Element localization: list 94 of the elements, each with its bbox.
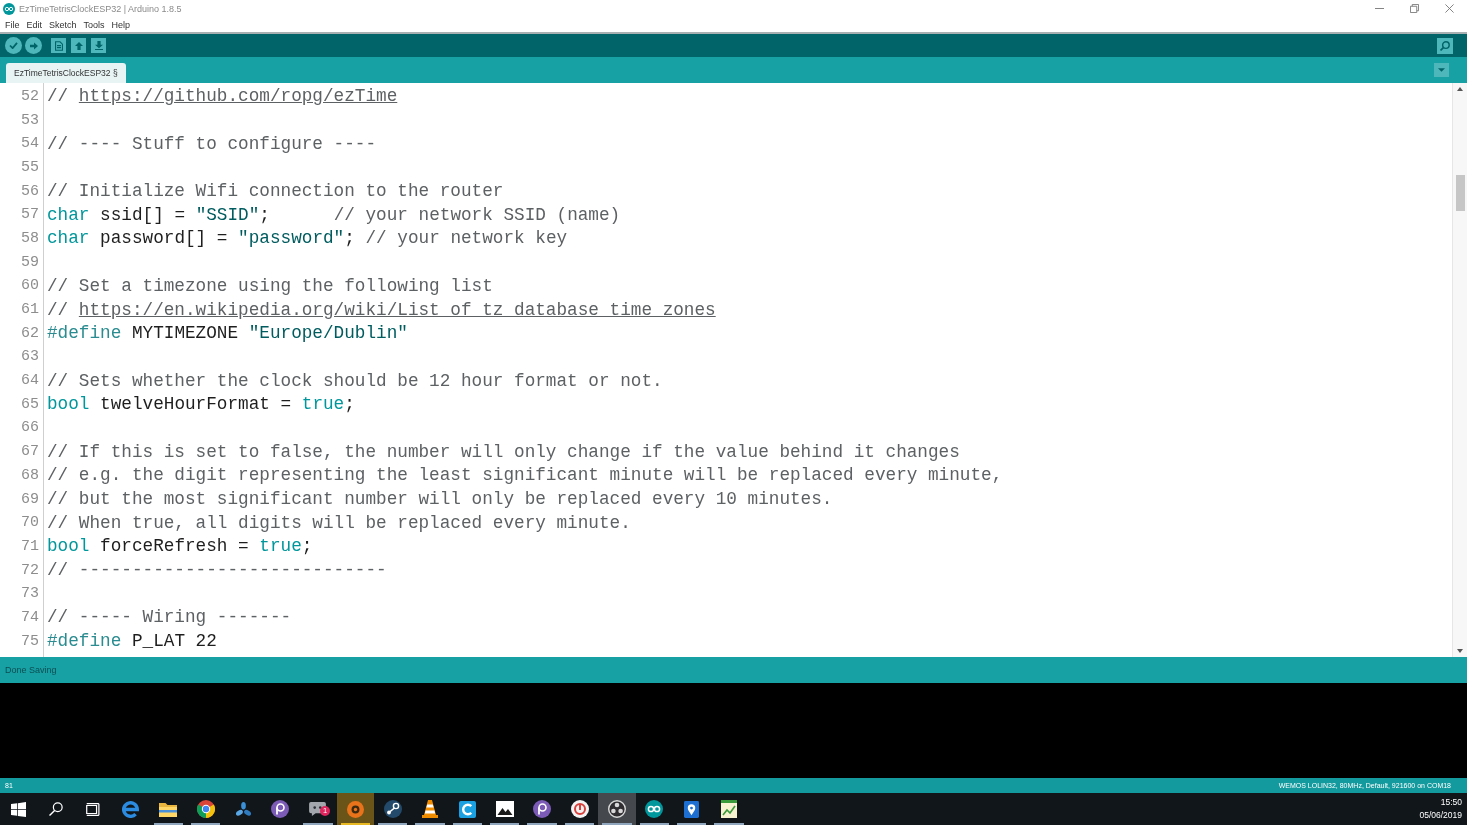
target-icon [346, 800, 364, 818]
image-icon [495, 801, 514, 817]
taskbar-button[interactable] [336, 793, 374, 825]
minimize-icon [1375, 8, 1384, 9]
search-icon [49, 802, 64, 816]
fan-icon [235, 801, 251, 817]
line-number: 69 [21, 490, 39, 509]
line-number: 61 [21, 301, 39, 320]
code-line: // but the most significant number will only be replaced every 10 minutes. [47, 489, 833, 511]
line-number: 59 [21, 253, 39, 272]
clock-date: 05/06/2019 [1419, 809, 1462, 822]
status-message: Done Saving [5, 665, 57, 675]
code-line: char ssid[] = "SSID"; // your network SSID (name) [47, 204, 621, 226]
three-dot-circle-icon [607, 800, 626, 818]
ring-icon [570, 800, 589, 818]
document-icon [54, 40, 63, 51]
traffic-cone-icon [422, 800, 438, 818]
line-number: 70 [21, 514, 39, 533]
task-view-icon [85, 802, 101, 816]
line-number: 62 [21, 324, 39, 343]
chart-document-icon [721, 800, 738, 818]
menu-item[interactable]: File [2, 19, 23, 30]
code-line: // Set a timezone using the following list [47, 275, 493, 297]
code-line: // If this is set to false, the number will only change if the value behind it changes [47, 441, 960, 463]
infinity-icon [645, 800, 664, 818]
line-number: 57 [21, 206, 39, 225]
code-line: char password[] = "password"; // your network key [47, 228, 568, 250]
arrow-down-icon [94, 41, 103, 50]
code-line: #define MYTIMEZONE "Europe/Dublin" [47, 323, 408, 345]
code-line: // https://github.com/ropg/ezTime [47, 86, 398, 108]
line-number: 52 [21, 87, 39, 106]
disc-logo-icon [533, 800, 552, 818]
map-pin-icon [684, 800, 700, 818]
new-button[interactable] [51, 38, 66, 53]
code-line: bool twelveHourFormat = true; [47, 394, 355, 416]
code-line: // ---- Stuff to configure ---- [47, 133, 377, 155]
restore-icon [1410, 4, 1419, 13]
menu-item[interactable]: Tools [80, 19, 108, 30]
arrow-right-icon [29, 41, 38, 50]
caret-down-icon [1457, 649, 1463, 653]
line-number: 71 [21, 537, 39, 556]
scrollbar-thumb[interactable] [1455, 175, 1465, 211]
upload-button[interactable] [25, 37, 42, 54]
close-icon [1445, 4, 1454, 13]
caret-up-icon [1457, 87, 1463, 91]
line-number: 53 [21, 111, 39, 130]
line-number: 67 [21, 443, 39, 462]
line-number: 63 [21, 348, 39, 367]
line-number: 54 [21, 135, 39, 154]
line-number: 60 [21, 277, 39, 296]
code-line: #define P_LAT 22 [47, 631, 217, 653]
line-number: 64 [21, 372, 39, 391]
line-number: 58 [21, 229, 39, 248]
taskbar-button[interactable] [598, 793, 636, 825]
line-number: 72 [21, 561, 39, 580]
code-link[interactable]: https://en.wikipedia.org/wiki/List_of_tz_database_time_zones [78, 299, 716, 320]
link-circle-icon [383, 800, 402, 818]
code-line: // ----- Wiring ------- [47, 607, 292, 629]
ring-logo-icon [196, 800, 215, 818]
caret-icon [1438, 68, 1445, 72]
check-icon [9, 42, 18, 49]
arrow-up-icon [74, 41, 83, 50]
e-logo-icon [122, 800, 140, 818]
menu-item[interactable]: Sketch [46, 19, 80, 30]
code-line: // ----------------------------- [47, 560, 387, 582]
code-line: // When true, all digits will be replaced every minute. [47, 512, 631, 534]
code-line: // Initialize Wifi connection to the router [47, 181, 504, 203]
line-number: 68 [21, 466, 39, 485]
line-number: 56 [21, 182, 39, 201]
clock-time: 15:50 [1440, 796, 1462, 809]
line-number: 55 [21, 158, 39, 177]
code-link[interactable]: https://github.com/ropg/ezTime [78, 86, 398, 107]
save-button[interactable] [91, 38, 106, 53]
line-number: 75 [21, 632, 39, 651]
serial-monitor-button[interactable] [1437, 37, 1453, 54]
window-title: EzTimeTetrisClockESP32 | Arduino 1.8.5 [19, 3, 182, 14]
line-number: 73 [21, 585, 39, 604]
disc-logo-icon [271, 800, 290, 818]
arc-tile-icon [458, 800, 476, 818]
verify-button[interactable] [5, 37, 22, 54]
code-line: // Sets whether the clock should be 12 hour format or not. [47, 370, 663, 392]
menu-item[interactable]: Edit [23, 19, 46, 30]
search-icon [1440, 40, 1450, 51]
folder-icon [159, 801, 178, 817]
tab[interactable]: EzTimeTetrisClockESP32 § [6, 63, 126, 83]
start-icon [11, 801, 27, 817]
code-line: // e.g. the digit representing the least significant minute will be replaced every minute, [47, 465, 1003, 487]
line-number: 65 [21, 395, 39, 414]
open-button[interactable] [71, 38, 86, 53]
code-line: bool forceRefresh = true; [47, 536, 313, 558]
menu-item[interactable]: Help [108, 19, 134, 30]
code-line: // https://en.wikipedia.org/wiki/List_of_tz_database_time_zones [47, 299, 716, 321]
line-number: 66 [21, 419, 39, 438]
line-number: 74 [21, 608, 39, 627]
